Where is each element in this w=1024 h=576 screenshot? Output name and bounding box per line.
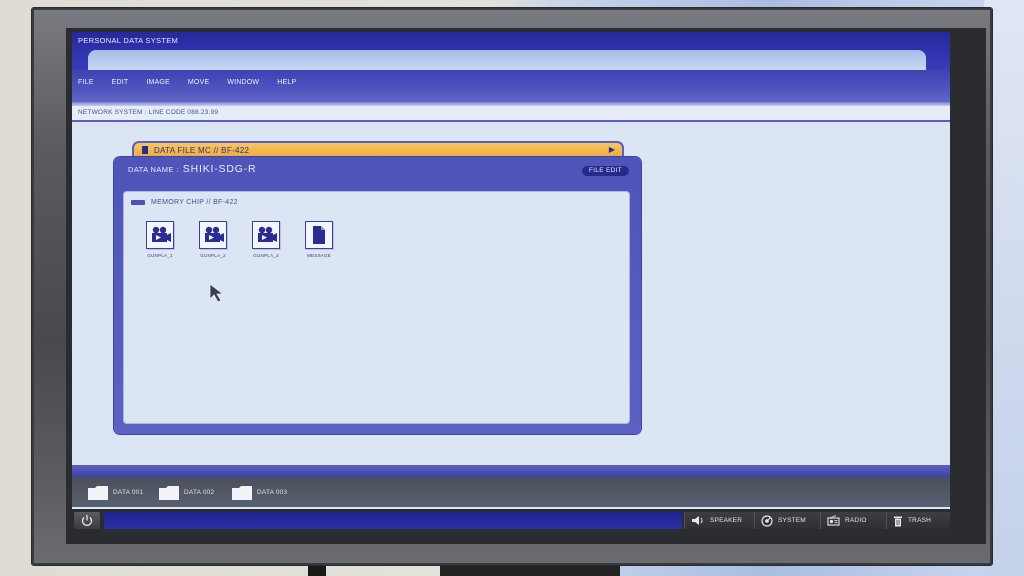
tray-speaker[interactable]: SPEAKER — [684, 512, 754, 529]
file-label: GUNPLA_2 — [200, 253, 226, 258]
taskbar: SPEAKER SYSTEM RADIO TRASH — [72, 509, 950, 532]
folder-label: DATA 002 — [184, 489, 215, 496]
data-file-window: DATA NAME : SHIKI-SDG-R FILE EDIT MEMORY… — [114, 157, 641, 434]
monitor-stand-left — [308, 565, 326, 576]
system-icon — [761, 514, 773, 527]
mouse-cursor-icon — [209, 283, 225, 303]
tray-label: RADIO — [845, 517, 867, 524]
power-icon — [81, 515, 93, 526]
folder-data-002[interactable]: DATA 002 — [159, 485, 214, 500]
file-edit-button[interactable]: FILE EDIT — [581, 166, 629, 176]
memory-chip-label: MEMORY CHIP // BF-422 — [151, 199, 238, 206]
menu-bar: FILE EDIT IMAGE MOVE WINDOW HELP — [72, 70, 950, 102]
play-arrow-icon[interactable]: ▶ — [609, 145, 615, 154]
screen: PERSONAL DATA SYSTEM FILE EDIT IMAGE MOV… — [72, 32, 950, 532]
file-label: GUNPLA_1 — [147, 253, 173, 258]
folder-icon — [159, 486, 179, 500]
network-status: NETWORK SYSTEM : LINE CODE 088.23.99 — [78, 109, 219, 116]
folder-icon — [232, 486, 252, 500]
folder-label: DATA 003 — [257, 489, 288, 496]
tray-label: TRASH — [908, 517, 932, 524]
status-line: NETWORK SYSTEM : LINE CODE 088.23.99 — [72, 106, 950, 122]
video-camera-icon — [199, 221, 227, 249]
tray-trash[interactable]: TRASH — [886, 512, 950, 529]
menu-window[interactable]: WINDOW — [227, 79, 259, 86]
tray-label: SYSTEM — [778, 517, 806, 524]
video-camera-icon — [146, 221, 174, 249]
bottom-divider — [72, 465, 950, 477]
menu-help[interactable]: HELP — [277, 79, 296, 86]
file-gunpla-1[interactable]: GUNPLA_1 — [135, 221, 185, 258]
data-name-label: DATA NAME : — [128, 165, 179, 174]
power-button[interactable] — [74, 512, 100, 529]
menu-image[interactable]: IMAGE — [146, 79, 170, 86]
menu-edit[interactable]: EDIT — [112, 79, 129, 86]
title-bar: PERSONAL DATA SYSTEM — [72, 32, 950, 72]
file-gunpla-3[interactable]: GUNPLA_3 — [241, 221, 291, 258]
folder-data-001[interactable]: DATA 001 — [88, 485, 143, 500]
folder-label: DATA 001 — [113, 489, 144, 496]
menu-move[interactable]: MOVE — [188, 79, 209, 86]
data-name-value: SHIKI-SDG-R — [182, 163, 257, 175]
menu-file[interactable]: FILE — [78, 79, 94, 86]
memory-chip-icon — [131, 200, 145, 205]
file-label: GUNPLA_3 — [253, 253, 279, 258]
video-camera-icon — [252, 221, 280, 249]
title-field — [88, 50, 926, 70]
file-lock-icon — [142, 146, 148, 154]
speaker-icon — [692, 516, 703, 525]
trash-icon — [894, 516, 902, 526]
window-title: PERSONAL DATA SYSTEM — [78, 36, 179, 45]
document-icon — [305, 221, 333, 249]
memory-chip-header: MEMORY CHIP // BF-422 — [131, 199, 238, 206]
file-browser-area: MEMORY CHIP // BF-422 GUNPLA_1 GUNPLA_2 … — [123, 191, 630, 424]
folder-bar: DATA 001 DATA 002 DATA 003 — [72, 477, 950, 507]
tray-system[interactable]: SYSTEM — [754, 512, 820, 529]
file-label: MESSAGE — [306, 253, 332, 258]
task-area — [104, 512, 682, 529]
data-name: DATA NAME : SHIKI-SDG-R — [128, 163, 256, 175]
tray-label: SPEAKER — [710, 517, 743, 524]
data-file-tab-label: DATA FILE MC // BF-422 — [154, 146, 250, 155]
folder-data-003[interactable]: DATA 003 — [232, 485, 287, 500]
folder-icon — [88, 486, 108, 500]
radio-icon — [827, 515, 840, 526]
monitor-stand-base — [440, 565, 620, 576]
file-gunpla-2[interactable]: GUNPLA_2 — [188, 221, 238, 258]
tray-radio[interactable]: RADIO — [820, 512, 886, 529]
file-message[interactable]: MESSAGE — [294, 221, 344, 258]
